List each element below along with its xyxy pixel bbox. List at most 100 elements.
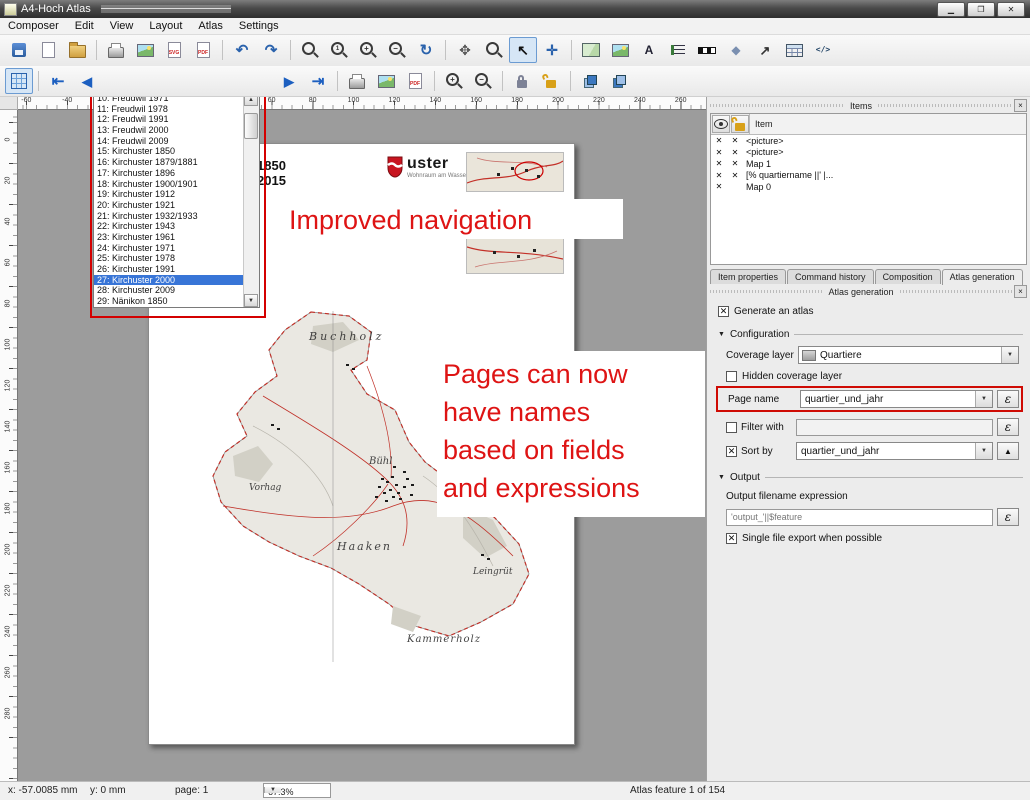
- zoom-out-button[interactable]: [469, 68, 497, 94]
- add-basic-shape-button[interactable]: [722, 37, 750, 63]
- raise-selected-items-button[interactable]: [576, 68, 604, 94]
- add-new-label-button[interactable]: [635, 37, 663, 63]
- output-group-header[interactable]: ▼ Output: [718, 472, 1023, 483]
- dropdown-item[interactable]: 23: Kirchuster 1961: [94, 232, 243, 243]
- items-panel-close-icon[interactable]: ×: [1014, 99, 1027, 112]
- lock-checkbox[interactable]: ✕: [727, 148, 743, 157]
- zoom-100-button[interactable]: [325, 37, 353, 63]
- new-composition-button[interactable]: [34, 37, 62, 63]
- item-row[interactable]: ✕✕Map 1: [711, 158, 1026, 170]
- add-new-scalebar-button[interactable]: [693, 37, 721, 63]
- dropdown-item[interactable]: 12: Freudwil 1991: [94, 114, 243, 125]
- zoom-in-button[interactable]: [440, 68, 468, 94]
- add-html-frame-button[interactable]: [809, 37, 837, 63]
- dropdown-item[interactable]: 26: Kirchuster 1991: [94, 264, 243, 275]
- output-filename-expression-button[interactable]: ε: [997, 508, 1019, 526]
- undo-button[interactable]: [228, 37, 256, 63]
- add-image-button[interactable]: [606, 37, 634, 63]
- close-button[interactable]: ✕: [997, 2, 1025, 17]
- add-attribute-table-button[interactable]: [780, 37, 808, 63]
- last-feature-button[interactable]: [304, 68, 332, 94]
- filter-expression-button[interactable]: ε: [997, 418, 1019, 436]
- duplicate-composition-button[interactable]: [63, 37, 91, 63]
- add-new-map-button[interactable]: [577, 37, 605, 63]
- visibility-checkbox[interactable]: ✕: [711, 171, 727, 180]
- dropdown-item[interactable]: 24: Kirchuster 1971: [94, 243, 243, 254]
- previous-feature-button[interactable]: [73, 68, 101, 94]
- sort-direction-button[interactable]: ▲: [997, 442, 1019, 460]
- visibility-checkbox[interactable]: ✕: [711, 136, 727, 145]
- lower-selected-items-button[interactable]: [605, 68, 633, 94]
- filter-with-checkbox[interactable]: [726, 422, 737, 433]
- minimize-button[interactable]: ▁: [937, 2, 965, 17]
- zoom-level-combobox[interactable]: 67.3% ▼: [263, 783, 331, 798]
- move-item-content-button[interactable]: [538, 37, 566, 63]
- dropdown-item[interactable]: 29: Nänikon 1850: [94, 296, 243, 307]
- lock-checkbox[interactable]: ✕: [727, 159, 743, 168]
- dropdown-item[interactable]: 25: Kirchuster 1978: [94, 253, 243, 264]
- item-row[interactable]: ✕✕[% quartiername ||' |...: [711, 170, 1026, 182]
- dropdown-item[interactable]: 21: Kirchuster 1932/1933: [94, 211, 243, 222]
- tab-atlas-generation[interactable]: Atlas generation: [942, 269, 1023, 285]
- chevron-down-icon[interactable]: ▼: [975, 443, 992, 459]
- tab-composition[interactable]: Composition: [875, 269, 941, 284]
- chevron-down-icon[interactable]: ▼: [264, 787, 281, 793]
- refresh-view-button[interactable]: [412, 37, 440, 63]
- single-file-checkbox[interactable]: ✕: [726, 533, 737, 544]
- tab-command-history[interactable]: Command history: [787, 269, 874, 284]
- print-atlas-button[interactable]: [343, 68, 371, 94]
- lock-selected-items-button[interactable]: [508, 68, 536, 94]
- menu-layout[interactable]: Layout: [141, 19, 190, 33]
- zoom-in-button[interactable]: [354, 37, 382, 63]
- add-arrow-button[interactable]: [751, 37, 779, 63]
- zoom-out-button[interactable]: [383, 37, 411, 63]
- scrollbar-thumb[interactable]: [244, 113, 258, 139]
- first-feature-button[interactable]: [44, 68, 72, 94]
- dropdown-item[interactable]: 27: Kirchuster 2000: [94, 275, 243, 286]
- maximize-button[interactable]: ❐: [967, 2, 995, 17]
- select-move-item-button[interactable]: [509, 37, 537, 63]
- chevron-down-icon[interactable]: ▼: [1001, 347, 1018, 363]
- visibility-checkbox[interactable]: ✕: [711, 182, 727, 191]
- print-button[interactable]: [102, 37, 130, 63]
- dropdown-item[interactable]: 11: Freudwil 1978: [94, 104, 243, 115]
- chevron-down-icon[interactable]: ▼: [975, 391, 992, 407]
- visibility-checkbox[interactable]: ✕: [711, 148, 727, 157]
- atlas-panel-close-icon[interactable]: ×: [1014, 285, 1027, 298]
- dropdown-item[interactable]: 13: Freudwil 2000: [94, 125, 243, 136]
- dropdown-item[interactable]: 20: Kirchuster 1921: [94, 200, 243, 211]
- next-feature-button[interactable]: [275, 68, 303, 94]
- item-row[interactable]: ✕Map 0: [711, 181, 1026, 193]
- generate-atlas-checkbox[interactable]: ✕: [718, 306, 729, 317]
- redo-button[interactable]: [257, 37, 285, 63]
- zoom-full-button[interactable]: [296, 37, 324, 63]
- scroll-down-button[interactable]: ▼: [244, 294, 258, 307]
- add-new-legend-button[interactable]: [664, 37, 692, 63]
- sort-by-checkbox[interactable]: ✕: [726, 446, 737, 457]
- filter-expression-input[interactable]: [796, 419, 993, 436]
- dropdown-item[interactable]: 16: Kirchuster 1879/1881: [94, 157, 243, 168]
- lock-item-button[interactable]: [731, 115, 749, 133]
- sort-by-combobox[interactable]: quartier_und_jahr ▼: [796, 442, 993, 460]
- item-row[interactable]: ✕✕<picture>: [711, 147, 1026, 159]
- preview-atlas-button[interactable]: [5, 68, 33, 94]
- dropdown-item[interactable]: 19: Kirchuster 1912: [94, 189, 243, 200]
- zoom-tool-button[interactable]: [480, 37, 508, 63]
- hidden-coverage-checkbox[interactable]: [726, 371, 737, 382]
- item-row[interactable]: ✕✕<picture>: [711, 135, 1026, 147]
- output-filename-input[interactable]: 'output_'||$feature: [726, 509, 993, 526]
- dropdown-scrollbar[interactable]: ▲ ▼: [243, 93, 259, 307]
- lock-checkbox[interactable]: ✕: [727, 171, 743, 180]
- page-name-expression-button[interactable]: ε: [997, 390, 1019, 408]
- dropdown-item[interactable]: 22: Kirchuster 1943: [94, 221, 243, 232]
- visibility-checkbox[interactable]: ✕: [711, 159, 727, 168]
- save-project-button[interactable]: [5, 37, 33, 63]
- menu-edit[interactable]: Edit: [67, 19, 102, 33]
- menu-composer[interactable]: Composer: [0, 19, 67, 33]
- export-as-svg-button[interactable]: [160, 37, 188, 63]
- export-atlas-as-image-button[interactable]: [372, 68, 400, 94]
- unlock-all-items-button[interactable]: [537, 68, 565, 94]
- pan-button[interactable]: [451, 37, 479, 63]
- dropdown-item[interactable]: 14: Freudwil 2009: [94, 136, 243, 147]
- coverage-layer-combobox[interactable]: Quartiere ▼: [798, 346, 1019, 364]
